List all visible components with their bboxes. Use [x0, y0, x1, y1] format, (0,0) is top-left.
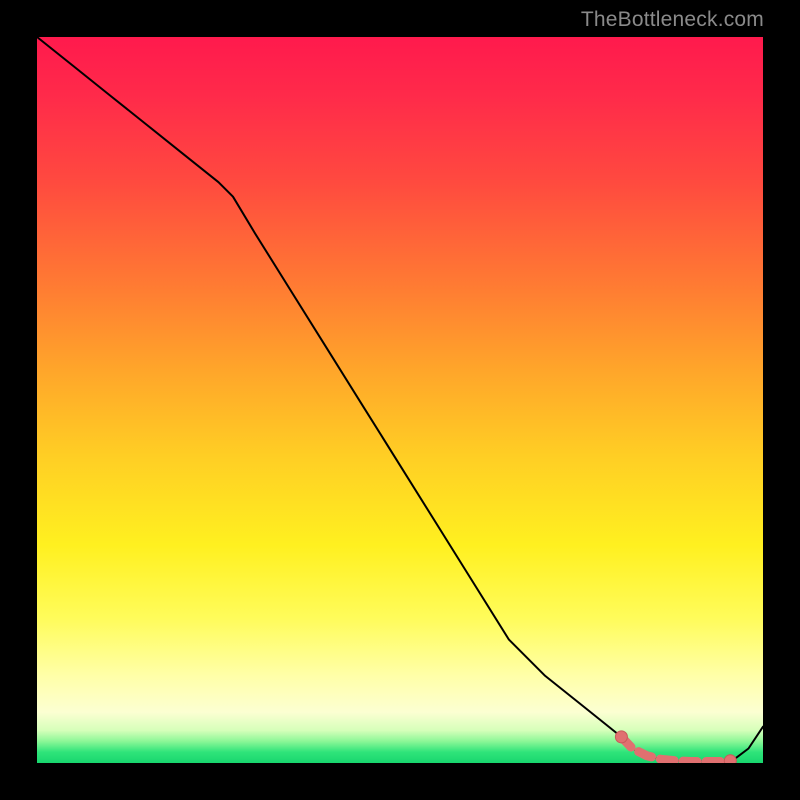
bottleneck-curve [37, 37, 763, 762]
watermark-text: TheBottleneck.com [581, 8, 764, 32]
highlighted-marker-group [615, 731, 736, 763]
chart-stage: TheBottleneck.com [0, 0, 800, 800]
chart-overlay [37, 37, 763, 763]
plot-area [37, 37, 763, 763]
highlight-connector [621, 737, 730, 762]
highlight-end-dot [615, 731, 627, 743]
highlight-end-dot [724, 755, 736, 763]
